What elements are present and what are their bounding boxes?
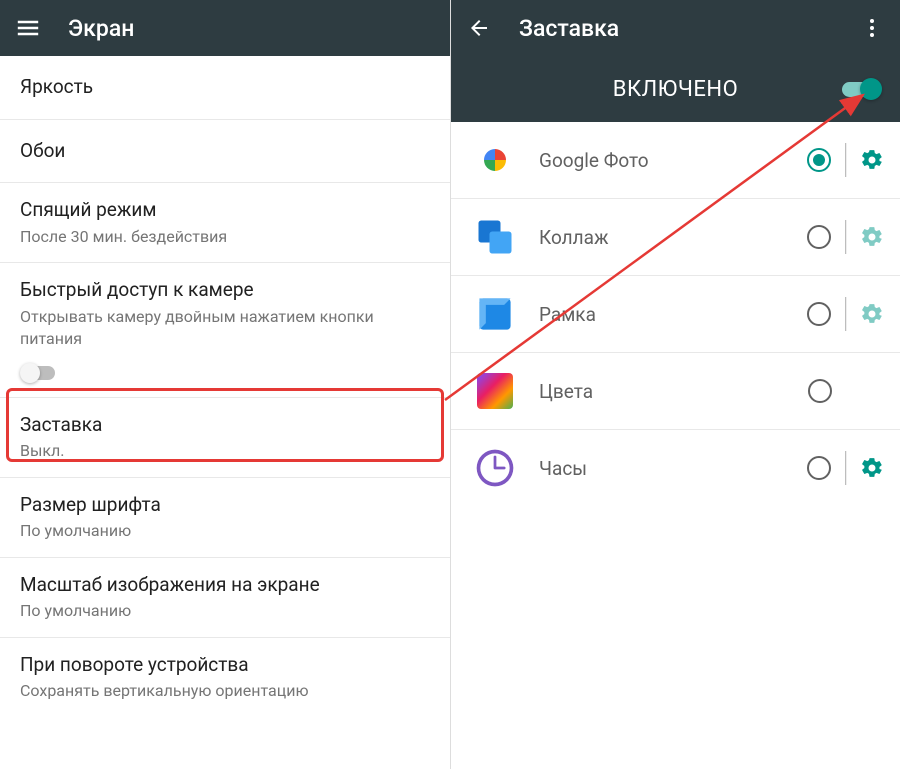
item-wallpaper[interactable]: Обои	[0, 120, 450, 184]
radio-button[interactable]	[807, 302, 831, 326]
appbar-left: Экран	[0, 0, 450, 56]
radio-button[interactable]	[807, 456, 831, 480]
clock-icon	[471, 444, 519, 492]
hamburger-icon[interactable]	[16, 16, 40, 40]
item-rotation[interactable]: При повороте устройства Сохранять вертик…	[0, 638, 450, 717]
saver-label: Рамка	[539, 303, 807, 326]
divider	[845, 220, 846, 254]
item-label: Быстрый доступ к камере	[20, 277, 430, 304]
saver-collage[interactable]: Коллаж	[451, 199, 900, 276]
google-photos-icon	[471, 136, 519, 184]
radio-button[interactable]	[807, 225, 831, 249]
colors-icon	[471, 367, 519, 415]
saver-label: Google Фото	[539, 149, 807, 172]
item-sleep[interactable]: Спящий режим После 30 мин. бездействия	[0, 183, 450, 263]
saver-label: Часы	[539, 457, 807, 480]
saver-clock[interactable]: Часы	[451, 430, 900, 506]
item-sublabel: Выкл.	[20, 440, 430, 462]
saver-colors[interactable]: Цвета	[451, 353, 900, 430]
saver-label: Цвета	[539, 380, 808, 403]
overflow-menu-icon[interactable]	[860, 16, 884, 40]
page-title-right: Заставка	[519, 15, 860, 42]
item-camera-shortcut[interactable]: Быстрый доступ к камере Открывать камеру…	[0, 263, 450, 397]
item-display-scale[interactable]: Масштаб изображения на экране По умолчан…	[0, 558, 450, 638]
saver-frame[interactable]: Рамка	[451, 276, 900, 353]
collage-icon	[471, 213, 519, 261]
gear-icon[interactable]	[860, 302, 884, 326]
back-arrow-icon[interactable]	[467, 16, 491, 40]
item-sublabel: По умолчанию	[20, 520, 430, 542]
gear-icon[interactable]	[860, 225, 884, 249]
item-label: При повороте устройства	[20, 652, 430, 679]
item-sublabel: После 30 мин. бездействия	[20, 226, 430, 248]
saver-label: Коллаж	[539, 226, 807, 249]
radio-button[interactable]	[807, 148, 831, 172]
item-label: Обои	[20, 138, 430, 165]
divider	[845, 451, 846, 485]
page-title-left: Экран	[68, 15, 434, 42]
item-sublabel: По умолчанию	[20, 600, 430, 622]
gear-icon[interactable]	[860, 148, 884, 172]
item-brightness[interactable]: Яркость	[0, 56, 450, 120]
gear-icon[interactable]	[860, 456, 884, 480]
radio-button[interactable]	[808, 379, 832, 403]
master-toggle[interactable]	[842, 77, 882, 101]
status-row: ВКЛЮЧЕНО	[451, 56, 900, 122]
item-label: Заставка	[20, 412, 430, 439]
item-label: Яркость	[20, 74, 430, 101]
status-label: ВКЛЮЧЕНО	[613, 77, 738, 102]
appbar-right: Заставка	[451, 0, 900, 56]
camera-switch[interactable]	[20, 363, 56, 383]
right-pane: Заставка ВКЛЮЧЕНО Google Фото	[450, 0, 900, 769]
item-label: Размер шрифта	[20, 492, 430, 519]
item-font-size[interactable]: Размер шрифта По умолчанию	[0, 478, 450, 558]
divider	[845, 297, 846, 331]
item-label: Спящий режим	[20, 197, 430, 224]
frame-icon	[471, 290, 519, 338]
item-sublabel: Сохранять вертикальную ориентацию	[20, 680, 430, 702]
item-label: Масштаб изображения на экране	[20, 572, 430, 599]
item-sublabel: Открывать камеру двойным нажатием кнопки…	[20, 306, 430, 351]
item-screensaver[interactable]: Заставка Выкл.	[0, 398, 450, 478]
divider	[845, 143, 846, 177]
left-pane: Экран Яркость Обои Спящий режим После 30…	[0, 0, 450, 769]
saver-google-photos[interactable]: Google Фото	[451, 122, 900, 199]
